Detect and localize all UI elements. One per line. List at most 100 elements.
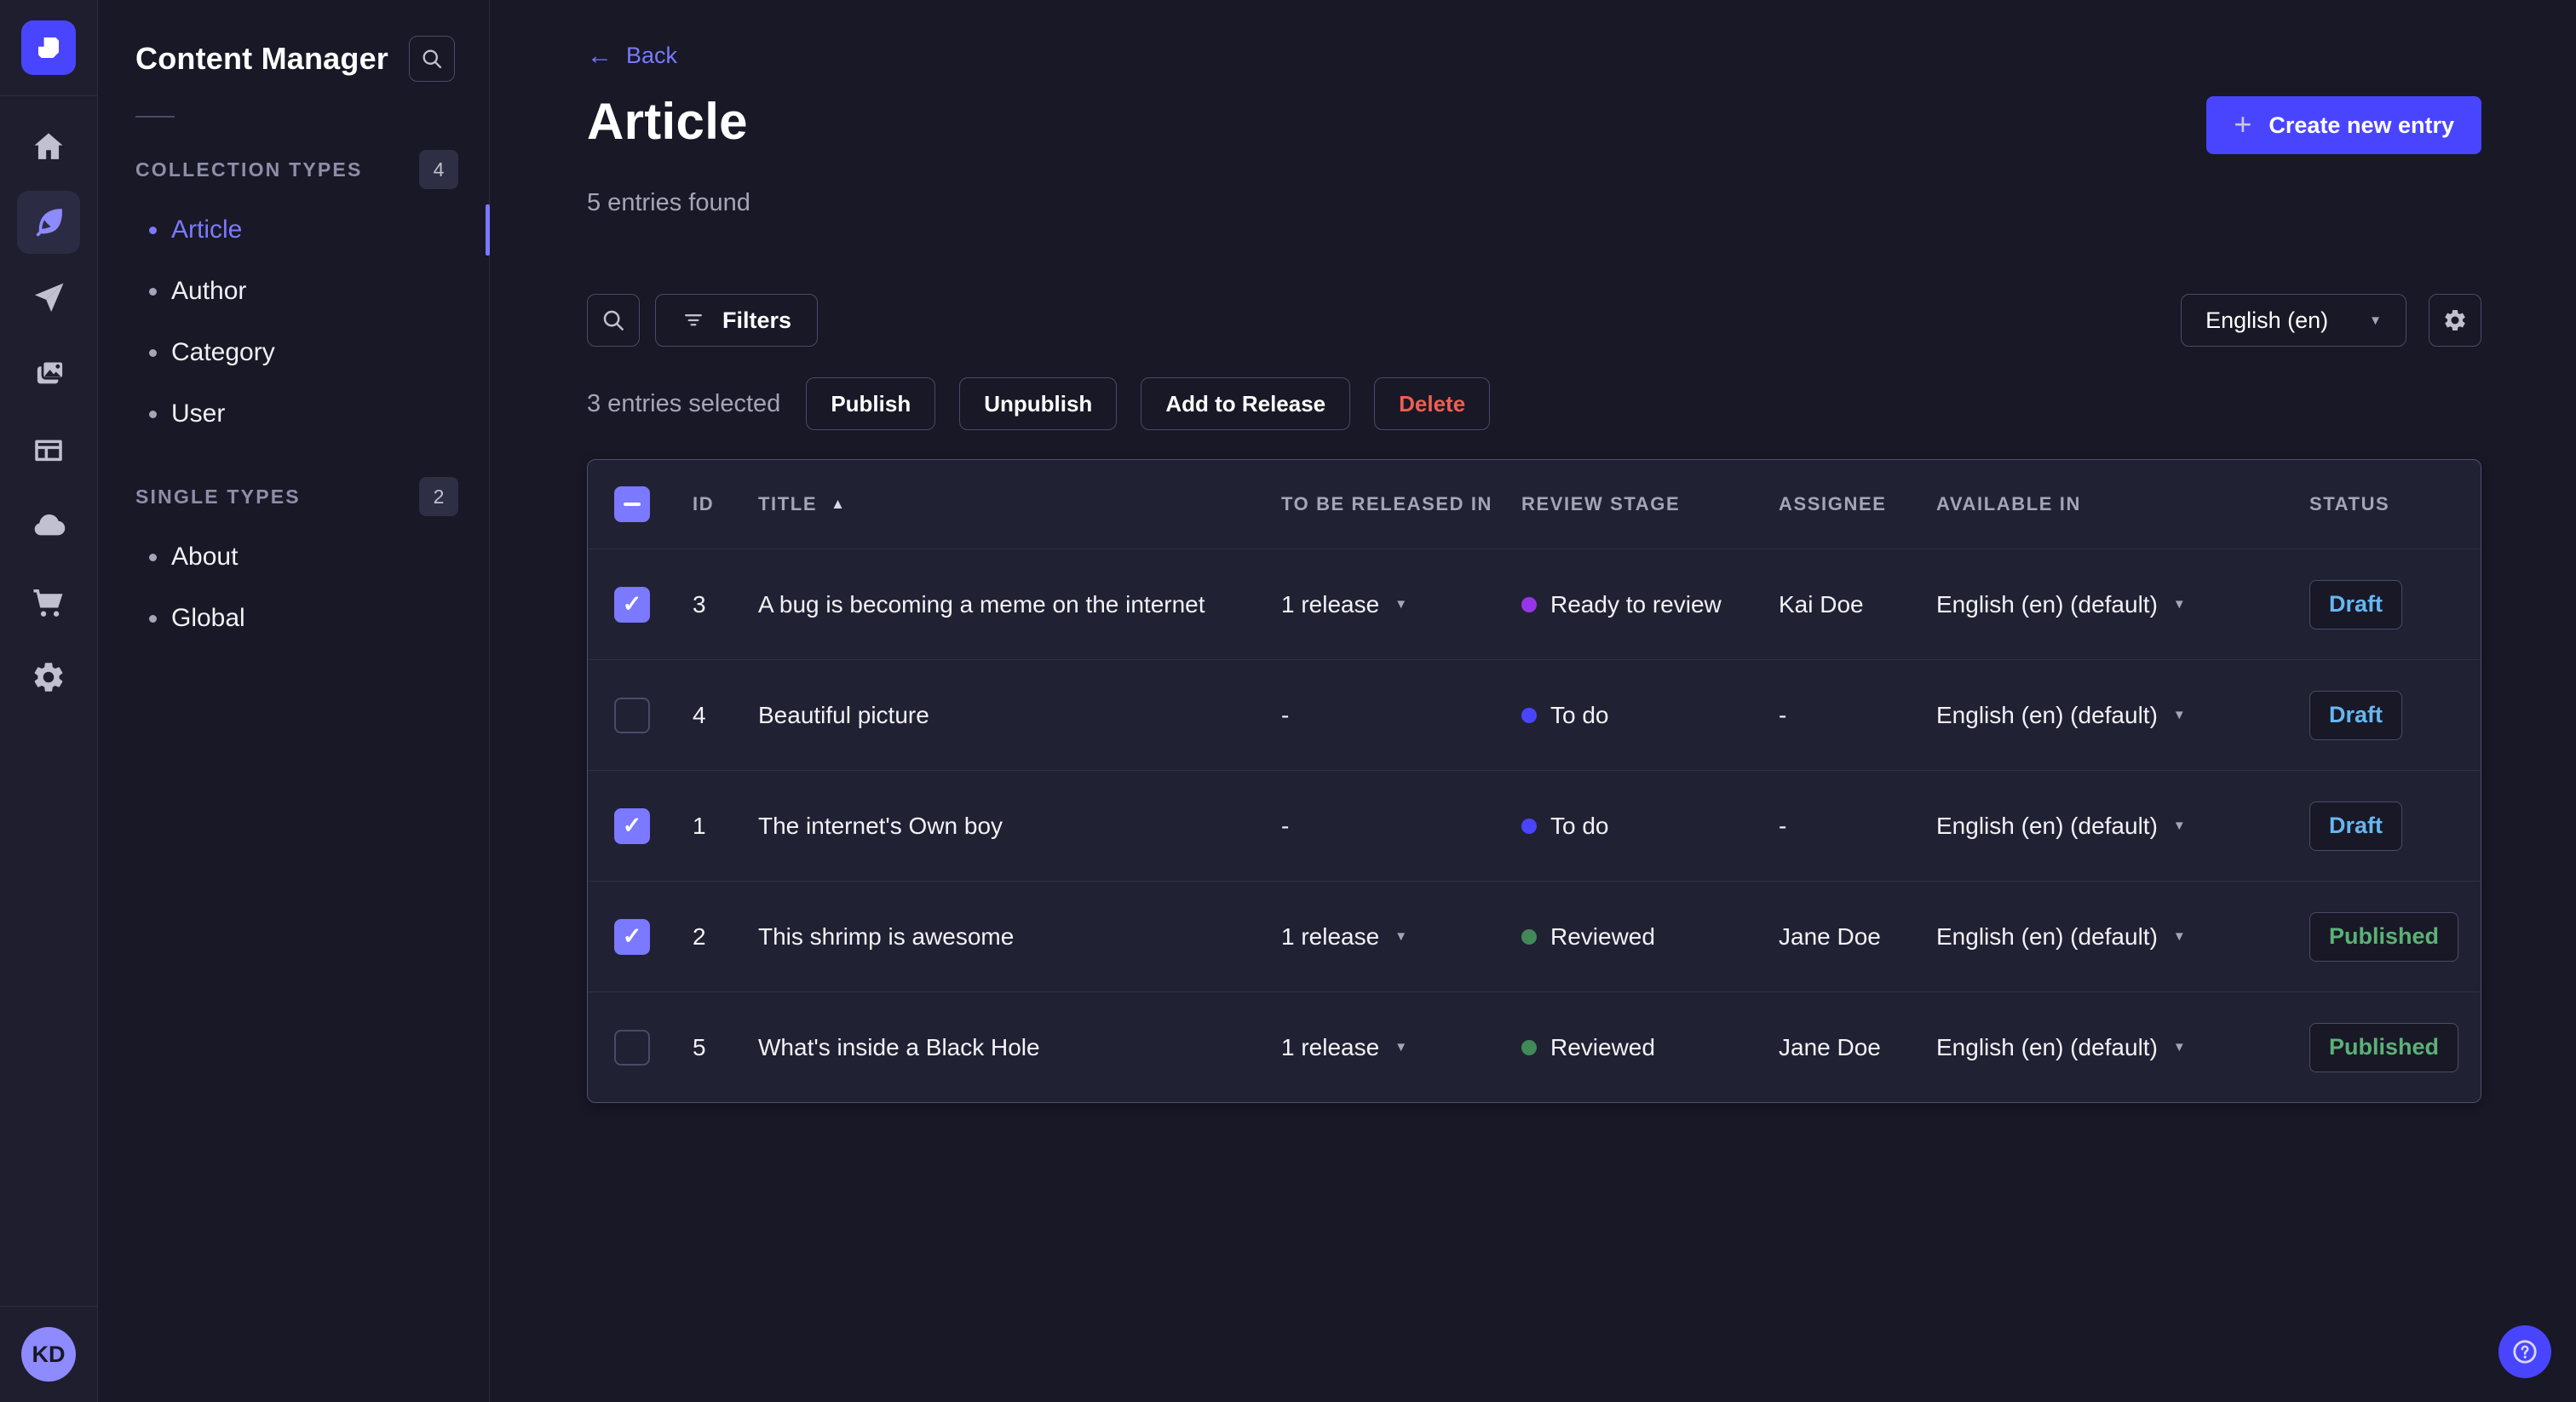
cell-assignee: Jane Doe bbox=[1779, 922, 1881, 950]
select-all-checkbox[interactable] bbox=[614, 486, 650, 523]
publish-button[interactable]: Publish bbox=[806, 377, 936, 431]
cell-status: Published bbox=[2309, 911, 2481, 962]
table-row[interactable]: 3 A bug is becoming a meme on the intern… bbox=[588, 549, 2481, 659]
filter-icon bbox=[685, 314, 702, 326]
back-link[interactable]: ← Back bbox=[587, 43, 677, 69]
cell-title: Beautiful picture bbox=[758, 701, 929, 728]
cell-available-in-dropdown[interactable]: English (en) (default) ▼ bbox=[1936, 923, 2309, 951]
release-value: 1 release bbox=[1281, 1033, 1380, 1060]
filters-button[interactable]: Filters bbox=[655, 294, 819, 348]
cell-available-in-dropdown[interactable]: English (en) (default) ▼ bbox=[1936, 813, 2309, 840]
sidebar-item-article[interactable]: Article bbox=[98, 199, 490, 261]
release-value: 1 release bbox=[1281, 590, 1380, 618]
cell-title: This shrimp is awesome bbox=[758, 922, 1015, 950]
search-icon[interactable] bbox=[587, 294, 640, 348]
sidebar-item-global[interactable]: Global bbox=[98, 588, 489, 649]
section-count-badge: 2 bbox=[419, 477, 458, 516]
cell-id: 5 bbox=[693, 1033, 706, 1060]
stage-dot-icon bbox=[1521, 928, 1537, 945]
stage-label: To do bbox=[1550, 812, 1609, 839]
add-to-release-button[interactable]: Add to Release bbox=[1141, 377, 1351, 431]
cell-release-dropdown[interactable]: 1 release ▼ bbox=[1281, 923, 1521, 951]
table-row[interactable]: 2 This shrimp is awesome 1 release ▼ Rev… bbox=[588, 881, 2481, 991]
main-nav-rail: KD bbox=[0, 0, 98, 1402]
bullet-icon bbox=[149, 226, 157, 234]
cell-release-dropdown[interactable]: - ▼ bbox=[1281, 813, 1521, 840]
sidebar-item-label: Author bbox=[171, 277, 247, 305]
table-row[interactable]: 5 What's inside a Black Hole 1 release ▼… bbox=[588, 991, 2481, 1102]
cell-available-in-dropdown[interactable]: English (en) (default) ▼ bbox=[1936, 591, 2309, 618]
row-checkbox[interactable] bbox=[614, 1029, 650, 1066]
header-review-stage: REVIEW STAGE bbox=[1521, 493, 1681, 515]
cloud-icon[interactable] bbox=[17, 494, 80, 557]
cell-release-dropdown[interactable]: - ▼ bbox=[1281, 702, 1521, 729]
cell-status: Published bbox=[2309, 1022, 2481, 1072]
bulk-actions-row: 3 entries selected Publish Unpublish Add… bbox=[587, 377, 2481, 431]
settings-gear-icon[interactable] bbox=[17, 646, 80, 709]
locale-select[interactable]: English (en) ▼ bbox=[2181, 294, 2406, 348]
delete-button[interactable]: Delete bbox=[1374, 377, 1491, 431]
marketplace-cart-icon[interactable] bbox=[17, 570, 80, 633]
sidebar-item-about[interactable]: About bbox=[98, 526, 489, 588]
stage-dot-icon bbox=[1521, 1039, 1537, 1055]
unpublish-button[interactable]: Unpublish bbox=[959, 377, 1118, 431]
sidebar-item-author[interactable]: Author bbox=[98, 261, 489, 322]
release-value: - bbox=[1281, 812, 1290, 839]
header-status: STATUS bbox=[2309, 493, 2390, 515]
app-root: KD Content Manager COLLECTION TYPES 4 Ar… bbox=[0, 0, 2576, 1402]
chevron-down-icon: ▼ bbox=[2369, 313, 2382, 328]
help-button[interactable] bbox=[2498, 1325, 2551, 1378]
chevron-down-icon: ▼ bbox=[2172, 1040, 2186, 1055]
entries-count-text: 5 entries found bbox=[587, 189, 750, 217]
sidebar-item-label: About bbox=[171, 543, 239, 571]
cell-release-dropdown[interactable]: 1 release ▼ bbox=[1281, 591, 1521, 618]
search-icon[interactable] bbox=[409, 36, 455, 82]
send-icon[interactable] bbox=[17, 267, 80, 330]
cell-release-dropdown[interactable]: 1 release ▼ bbox=[1281, 1034, 1521, 1061]
home-icon[interactable] bbox=[17, 115, 80, 178]
table-row[interactable]: 4 Beautiful picture - ▼ To do - English … bbox=[588, 659, 2481, 770]
create-button-label: Create new entry bbox=[2268, 112, 2454, 138]
subnav-title: Content Manager bbox=[135, 41, 389, 76]
list-controls-row: Filters English (en) ▼ bbox=[587, 294, 2481, 348]
row-checkbox[interactable] bbox=[614, 586, 650, 623]
row-checkbox[interactable] bbox=[614, 697, 650, 733]
logo-section bbox=[0, 0, 97, 96]
header-title-sort[interactable]: TITLE ▲ bbox=[758, 493, 847, 515]
cell-available-in-dropdown[interactable]: English (en) (default) ▼ bbox=[1936, 702, 2309, 729]
selected-count-text: 3 entries selected bbox=[587, 389, 781, 417]
stage-dot-icon bbox=[1521, 818, 1537, 834]
available-in-value: English (en) (default) bbox=[1936, 590, 2158, 618]
sidebar-item-category[interactable]: Category bbox=[98, 322, 489, 383]
available-in-value: English (en) (default) bbox=[1936, 701, 2158, 728]
rail-bottom: KD bbox=[0, 1306, 97, 1402]
content-type-builder-icon[interactable] bbox=[17, 418, 80, 481]
stage-dot-icon bbox=[1521, 707, 1537, 723]
media-library-icon[interactable] bbox=[17, 342, 80, 405]
strapi-logo[interactable] bbox=[21, 20, 76, 75]
status-badge: Draft bbox=[2309, 690, 2403, 740]
table-row[interactable]: 1 The internet's Own boy - ▼ To do - Eng… bbox=[588, 770, 2481, 881]
table-body: 3 A bug is becoming a meme on the intern… bbox=[588, 549, 2481, 1102]
available-in-value: English (en) (default) bbox=[1936, 812, 2158, 839]
cell-title: A bug is becoming a meme on the internet bbox=[758, 590, 1205, 618]
section-label: COLLECTION TYPES bbox=[135, 158, 363, 181]
row-checkbox[interactable] bbox=[614, 918, 650, 955]
stage-dot-icon bbox=[1521, 596, 1537, 612]
create-new-entry-button[interactable]: + Create new entry bbox=[2206, 96, 2481, 154]
sidebar-item-label: User bbox=[171, 399, 226, 428]
release-value: 1 release bbox=[1281, 922, 1380, 950]
content-manager-feather-icon[interactable] bbox=[17, 191, 80, 254]
sidebar-item-user[interactable]: User bbox=[98, 383, 489, 445]
user-avatar[interactable]: KD bbox=[21, 1327, 76, 1382]
cell-available-in-dropdown[interactable]: English (en) (default) ▼ bbox=[1936, 1034, 2309, 1061]
view-settings-gear-icon[interactable] bbox=[2429, 294, 2481, 348]
cell-assignee: - bbox=[1779, 812, 1787, 839]
chevron-down-icon: ▼ bbox=[1394, 929, 1408, 945]
row-checkbox[interactable] bbox=[614, 807, 650, 844]
status-badge: Draft bbox=[2309, 801, 2403, 851]
chevron-down-icon: ▼ bbox=[1394, 1040, 1408, 1055]
stage-label: Reviewed bbox=[1550, 1033, 1655, 1060]
sidebar-item-label: Category bbox=[171, 338, 275, 366]
status-badge: Published bbox=[2309, 911, 2459, 962]
